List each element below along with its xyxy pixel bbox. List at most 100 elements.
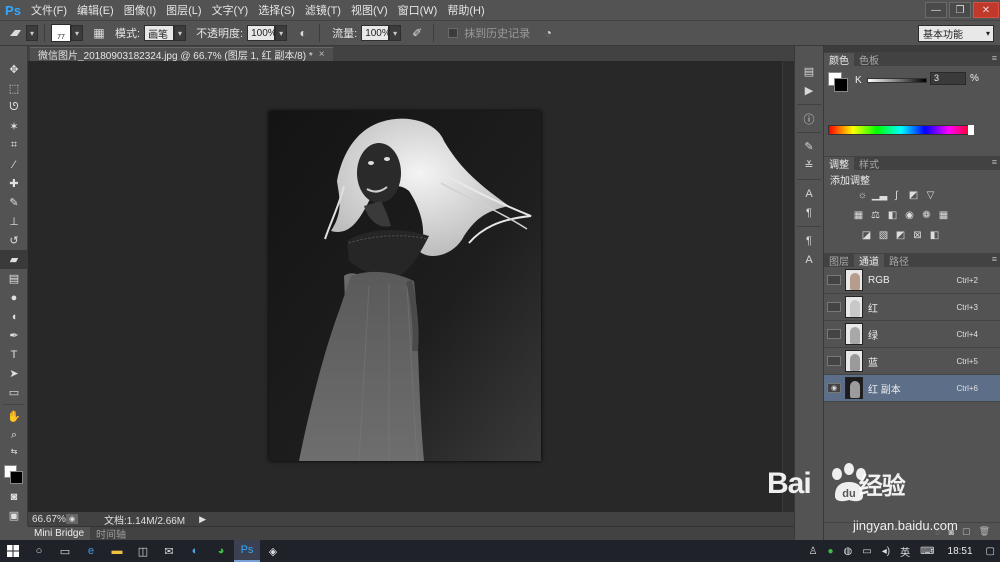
windows-start-icon[interactable] xyxy=(0,540,26,562)
status-menu-arrow-icon[interactable]: ▶ xyxy=(199,514,206,525)
new-channel-icon[interactable]: ▢ xyxy=(962,526,971,537)
menu-file[interactable]: 文件(F) xyxy=(26,2,72,18)
healing-icon[interactable]: ✚ xyxy=(0,174,28,193)
tab-styles[interactable]: 样式 xyxy=(854,157,884,171)
workspace-select[interactable]: 基本功能 ▾ xyxy=(918,25,994,42)
color-lookup-icon[interactable]: ▦ xyxy=(935,208,952,222)
eraser-preset-icon[interactable] xyxy=(6,24,26,42)
menu-view[interactable]: 视图(V) xyxy=(346,2,393,18)
canvas-vertical-scrollbar[interactable] xyxy=(782,61,794,512)
menu-window[interactable]: 窗口(W) xyxy=(393,2,443,18)
path-select-icon[interactable]: ➤ xyxy=(0,364,28,383)
brush-size-picker[interactable]: 77 xyxy=(51,24,71,42)
notifications-icon[interactable]: ▢ xyxy=(981,546,1000,557)
photo-filter-icon[interactable]: ◉ xyxy=(901,208,918,222)
character-styles-icon[interactable]: A xyxy=(795,250,823,269)
status-info-icon[interactable]: ◉ xyxy=(66,514,78,524)
tab-paths[interactable]: 路径 xyxy=(884,254,914,268)
document-tab[interactable]: 微信图片_20180903182324.jpg @ 66.7% (图层 1, 红… xyxy=(30,47,333,62)
zoom-icon[interactable]: ⌕ xyxy=(0,426,28,445)
tool-preset-dropdown[interactable]: ▾ xyxy=(26,25,38,41)
move-icon[interactable]: ✥ xyxy=(0,60,28,79)
pressure-opacity-icon[interactable]: ◐ xyxy=(293,24,313,42)
visibility-toggle[interactable] xyxy=(827,275,841,285)
mail-icon[interactable]: ✉ xyxy=(156,540,182,562)
store-icon[interactable]: ◫ xyxy=(130,540,156,562)
menu-help[interactable]: 帮助(H) xyxy=(442,2,489,18)
flow-input[interactable]: 100% xyxy=(361,25,391,41)
menu-edit[interactable]: 编辑(E) xyxy=(72,2,119,18)
menu-layer[interactable]: 图层(L) xyxy=(161,2,206,18)
airbrush-icon[interactable]: ✐ xyxy=(407,24,427,42)
task-view-icon[interactable]: ▭ xyxy=(52,540,78,562)
clock[interactable]: 18:51 xyxy=(940,546,981,557)
tab-color[interactable]: 颜色 xyxy=(824,53,854,67)
browser-app-icon[interactable]: ◐ xyxy=(182,540,208,562)
visibility-toggle[interactable] xyxy=(827,329,841,339)
minimize-button[interactable]: — xyxy=(925,2,947,18)
erase-history-checkbox[interactable] xyxy=(448,28,459,38)
channel-row[interactable]: 蓝 Ctrl+5 xyxy=(824,348,1000,375)
eyedropper-icon[interactable]: ⁄ xyxy=(0,155,28,174)
flow-dropdown[interactable]: ▾ xyxy=(389,25,402,41)
curves-icon[interactable]: ∫ xyxy=(888,188,905,202)
panel-menu-icon[interactable]: ≡ xyxy=(992,254,997,264)
history-panel-icon[interactable]: ▤ xyxy=(795,62,823,81)
vibrance-icon[interactable]: ▽ xyxy=(922,188,939,202)
crop-icon[interactable]: ⌗ xyxy=(0,136,28,155)
canvas-area[interactable] xyxy=(28,61,782,512)
brush-picker-dropdown[interactable]: ▾ xyxy=(71,25,83,41)
tab-adjustments[interactable]: 调整 xyxy=(824,157,854,171)
brightness-icon[interactable]: ☼ xyxy=(854,188,871,202)
edge-browser-icon[interactable]: e xyxy=(78,540,104,562)
people-icon[interactable]: ♙ xyxy=(804,546,823,557)
gradient-icon[interactable]: ▤ xyxy=(0,269,28,288)
eye-icon[interactable]: ◉ xyxy=(827,383,841,393)
restore-button[interactable]: ❐ xyxy=(949,2,971,18)
quick-mask-icon[interactable]: ◙ xyxy=(0,487,28,506)
dodge-icon[interactable]: ◖ xyxy=(0,307,28,326)
tab-channels[interactable]: 通道 xyxy=(854,254,884,268)
menu-select[interactable]: 选择(S) xyxy=(253,2,300,18)
pen-icon[interactable]: ✒ xyxy=(0,326,28,345)
gradient-map-icon[interactable]: ⊠ xyxy=(909,228,926,242)
magic-wand-icon[interactable]: ✶ xyxy=(0,117,28,136)
channel-mixer-icon[interactable]: ❁ xyxy=(918,208,935,222)
photoshop-taskbar-icon[interactable]: Ps xyxy=(234,540,260,562)
hand-icon[interactable]: ✋ xyxy=(0,407,28,426)
tab-layers[interactable]: 图层 xyxy=(824,254,854,268)
brush-panel-icon[interactable]: ✎ xyxy=(795,137,823,156)
visibility-toggle[interactable] xyxy=(827,302,841,312)
visibility-toggle[interactable] xyxy=(827,356,841,366)
spectrum-white-swatch[interactable] xyxy=(968,125,974,135)
stamp-icon[interactable]: ⊥ xyxy=(0,212,28,231)
k-value-input[interactable]: 3 xyxy=(930,72,966,85)
tray-app-icon[interactable]: ◍ xyxy=(839,546,858,557)
paragraph-panel-icon[interactable]: ¶ xyxy=(795,203,823,222)
color-spectrum-bar[interactable] xyxy=(828,125,974,135)
brush-presets-icon[interactable]: ≚ xyxy=(795,156,823,175)
wechat-icon[interactable]: ◕ xyxy=(208,540,234,562)
panel-background-swatch[interactable] xyxy=(834,78,848,92)
selective-color-icon[interactable]: ◧ xyxy=(926,228,943,242)
tab-swatches[interactable]: 色板 xyxy=(854,53,884,67)
paragraph-styles-icon[interactable]: ¶ xyxy=(795,231,823,250)
background-color-swatch[interactable] xyxy=(10,471,23,484)
levels-icon[interactable]: ▁▃ xyxy=(871,188,888,202)
file-explorer-icon[interactable]: ▬ xyxy=(104,540,130,562)
type-icon[interactable]: T xyxy=(0,345,28,364)
character-panel-icon[interactable]: A xyxy=(795,184,823,203)
color-swatches[interactable] xyxy=(0,457,28,487)
wechat-tray-icon[interactable]: ● xyxy=(822,546,838,557)
screen-mode-icon[interactable]: ▣ xyxy=(0,506,28,525)
history-brush-icon[interactable]: ↺ xyxy=(0,231,28,250)
exposure-icon[interactable]: ◩ xyxy=(905,188,922,202)
brush-panel-icon[interactable]: ▦ xyxy=(89,24,109,42)
marquee-icon[interactable]: ⬚ xyxy=(0,79,28,98)
eraser-icon[interactable]: ▰ xyxy=(0,250,28,269)
keyboard-icon[interactable]: ⌨ xyxy=(915,546,939,557)
brush-icon[interactable]: ✎ xyxy=(0,193,28,212)
menu-filter[interactable]: 滤镜(T) xyxy=(300,2,346,18)
posterize-icon[interactable]: ▧ xyxy=(875,228,892,242)
blur-icon[interactable]: ● xyxy=(0,288,28,307)
